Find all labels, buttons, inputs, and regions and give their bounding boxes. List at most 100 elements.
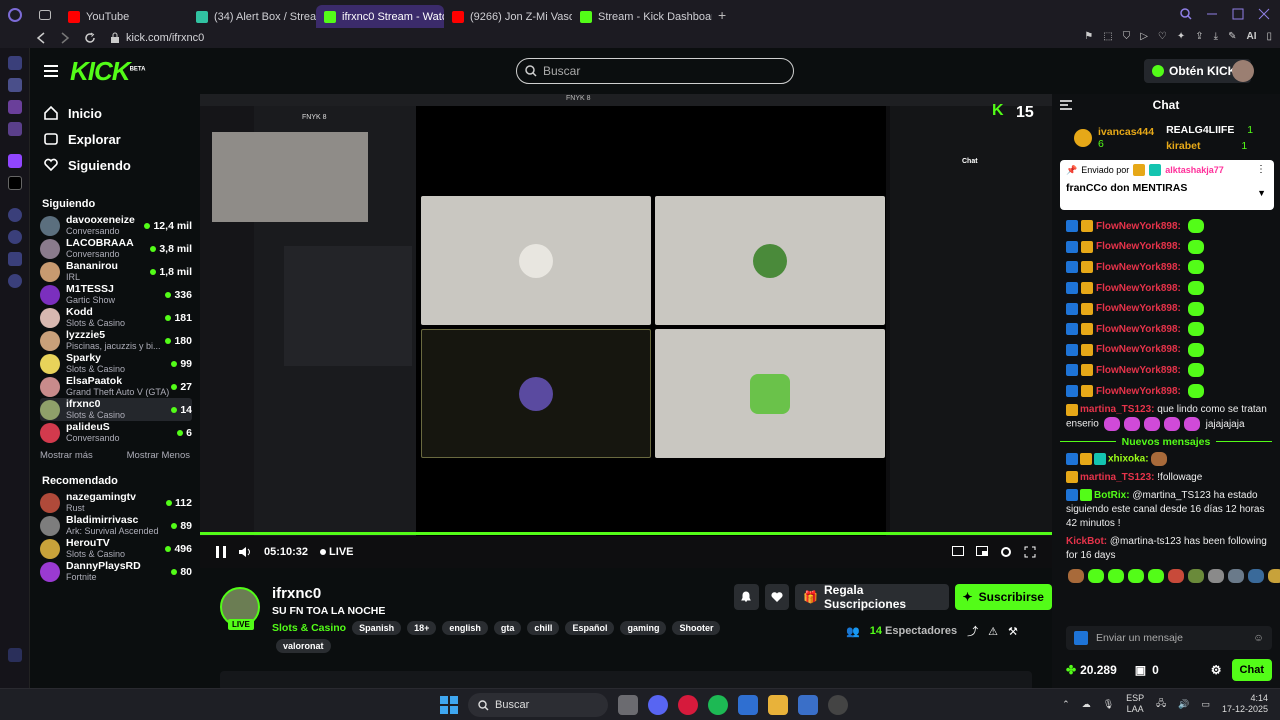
channel-points[interactable]: 20.289: [1080, 663, 1117, 677]
pen-icon[interactable]: ✎: [1228, 31, 1236, 42]
tag-chip[interactable]: gta: [493, 621, 522, 635]
search-input[interactable]: Buscar: [516, 58, 794, 84]
emote-icon[interactable]: [1088, 568, 1104, 583]
ai-button[interactable]: AI: [1246, 31, 1256, 42]
following-channel-kodd[interactable]: Kodd Slots & Casino 181: [40, 306, 192, 329]
mail-icon[interactable]: [7, 122, 22, 136]
messenger-icon[interactable]: [7, 100, 22, 114]
following-channel-sparky[interactable]: Sparky Slots & Casino 99: [40, 352, 192, 375]
emote-icon[interactable]: [1108, 568, 1124, 583]
puzzle-icon[interactable]: ✦: [1177, 31, 1185, 42]
tag-chip[interactable]: chill: [527, 621, 560, 635]
back-icon[interactable]: [36, 32, 46, 44]
menu-icon[interactable]: [44, 65, 58, 77]
emote-icon[interactable]: [1128, 568, 1144, 583]
emote-icon[interactable]: [1268, 568, 1280, 583]
recommended-channel-dannyplaysrd[interactable]: DannyPlaysRD Fortnite 80: [40, 560, 192, 583]
collapse-chat-icon[interactable]: [1060, 100, 1072, 110]
notification-bell-button[interactable]: [734, 584, 759, 610]
following-channel-elsapaatok[interactable]: ElsaPaatok Grand Theft Auto V (GTA) 27: [40, 375, 192, 398]
following-channel-davooxeneize[interactable]: davooxeneize Conversando 12,4 mil: [40, 214, 192, 237]
show-less-link[interactable]: Mostrar Menos: [127, 450, 190, 461]
chat-username[interactable]: FlowNewYork898:: [1096, 283, 1181, 294]
chat-username[interactable]: KickBot:: [1066, 536, 1107, 547]
discord-icon[interactable]: [648, 695, 668, 715]
sidebar-toggle-icon[interactable]: ▯: [1266, 31, 1272, 42]
screenshot-icon[interactable]: ⬚: [1103, 31, 1112, 42]
tag-chip[interactable]: Español: [565, 621, 615, 635]
nav-siguiendo[interactable]: Siguiendo: [44, 152, 200, 178]
x-twitter-icon[interactable]: [7, 176, 22, 190]
shield-icon[interactable]: ⛉: [1123, 31, 1131, 42]
chat-username[interactable]: martina_TS123:: [1080, 404, 1154, 415]
chat-username[interactable]: FlowNewYork898:: [1096, 365, 1181, 376]
following-channel-m1tessj[interactable]: M1TESSJ Gartic Show 336: [40, 283, 192, 306]
emoji-icon[interactable]: ☺: [1253, 632, 1264, 644]
pause-icon[interactable]: [216, 546, 226, 558]
twitch-icon[interactable]: [7, 154, 22, 168]
gift-icon[interactable]: ▣: [1135, 663, 1146, 677]
emote-icon[interactable]: [1248, 568, 1264, 583]
subscribe-button[interactable]: ✦ Suscribirse: [954, 584, 1052, 610]
following-channel-lacobraaa[interactable]: LACOBRAAA Conversando 3,8 mil: [40, 237, 192, 260]
chat-username[interactable]: FlowNewYork898:: [1096, 241, 1181, 252]
show-more-link[interactable]: Mostrar más: [40, 450, 93, 461]
emote-icon[interactable]: [1208, 568, 1224, 583]
gifter-2[interactable]: REALG4LIIFE 1 kirabet 1: [1166, 122, 1253, 154]
theater-mode-icon[interactable]: [952, 546, 964, 556]
forward-icon[interactable]: [60, 32, 70, 44]
chat-username[interactable]: FlowNewYork898:: [1096, 386, 1181, 397]
progress-bar[interactable]: [200, 532, 1052, 535]
browser-tab-youtube[interactable]: YouTube: [60, 5, 188, 29]
gx-icon[interactable]: [7, 648, 22, 662]
reload-icon[interactable]: [84, 32, 96, 44]
browser-tab-kick-stream[interactable]: ifrxnc0 Stream - Watc: [316, 5, 444, 29]
emote-icon[interactable]: [1068, 568, 1084, 583]
history-icon[interactable]: [7, 56, 22, 70]
chat-username[interactable]: xhixoka:: [1108, 454, 1149, 465]
pip-icon[interactable]: [976, 546, 988, 556]
nav-explorar[interactable]: Explorar: [44, 126, 200, 152]
maximize-icon[interactable]: [1232, 8, 1244, 20]
gifter-1[interactable]: ivancas444 6: [1098, 126, 1154, 150]
store-icon[interactable]: [798, 695, 818, 715]
player-icon[interactable]: [7, 208, 22, 222]
download-icon[interactable]: ⤓: [1214, 31, 1218, 42]
chat-username[interactable]: FlowNewYork898:: [1096, 221, 1181, 232]
tab-overview-icon[interactable]: [30, 10, 60, 20]
chat-username[interactable]: FlowNewYork898:: [1096, 262, 1181, 273]
chat-send-button[interactable]: Chat: [1231, 659, 1272, 681]
chat-username[interactable]: BotRix:: [1094, 490, 1130, 501]
settings-icon[interactable]: [7, 274, 22, 288]
recommended-channel-nazegamingtv[interactable]: nazegamingtv Rust 112: [40, 491, 192, 514]
site-info-icon[interactable]: [110, 32, 120, 44]
user-avatar[interactable]: [1232, 60, 1254, 82]
heart-icon[interactable]: ♡: [1158, 31, 1167, 42]
clock[interactable]: 4:14 17-12-2025: [1222, 693, 1268, 715]
chevron-down-icon[interactable]: ▼: [1257, 188, 1266, 198]
url-text[interactable]: kick.com/ifrxnc0: [126, 32, 204, 44]
kick-logo[interactable]: KICKBETA: [70, 56, 145, 87]
following-channel-lyzzzie5[interactable]: lyzzzie5 Piscinas, jacuzzis y bi... 180: [40, 329, 192, 352]
chat-username[interactable]: martina_TS123:: [1080, 472, 1154, 483]
pinned-user[interactable]: alktashakja77: [1165, 165, 1224, 175]
recommended-channel-heroutv[interactable]: HerouTV Slots & Casino 496: [40, 537, 192, 560]
gift-subs-button[interactable]: 🎁 Regala Suscripciones: [795, 583, 949, 611]
bookmarks-icon[interactable]: [7, 78, 22, 92]
vscode-icon[interactable]: [738, 695, 758, 715]
speaker-icon[interactable]: 🔊: [1178, 699, 1189, 710]
pinned-message[interactable]: 📌 Enviado por alktashakja77 franCCo don ME…: [1060, 160, 1274, 210]
tray-chevron-icon[interactable]: ⌃: [1062, 699, 1070, 710]
mod-icon[interactable]: ⚒: [1008, 625, 1018, 638]
language-indicator[interactable]: ESP LAA: [1126, 693, 1144, 715]
spotify-icon[interactable]: [708, 695, 728, 715]
minimize-icon[interactable]: [1206, 8, 1218, 20]
stream-category[interactable]: Slots & Casino: [272, 622, 346, 634]
streamer-name[interactable]: ifrxnc0: [272, 585, 321, 602]
browser-tab-youtube-music[interactable]: (9266) Jon Z-Mi Vaso Bla: [444, 5, 572, 29]
clock-icon[interactable]: [7, 230, 22, 244]
emote-icon[interactable]: [1168, 568, 1184, 583]
emote-icon[interactable]: [1188, 568, 1204, 583]
chat-input[interactable]: Enviar un mensaje ☺: [1066, 626, 1272, 650]
nav-inicio[interactable]: Inicio: [44, 100, 200, 126]
